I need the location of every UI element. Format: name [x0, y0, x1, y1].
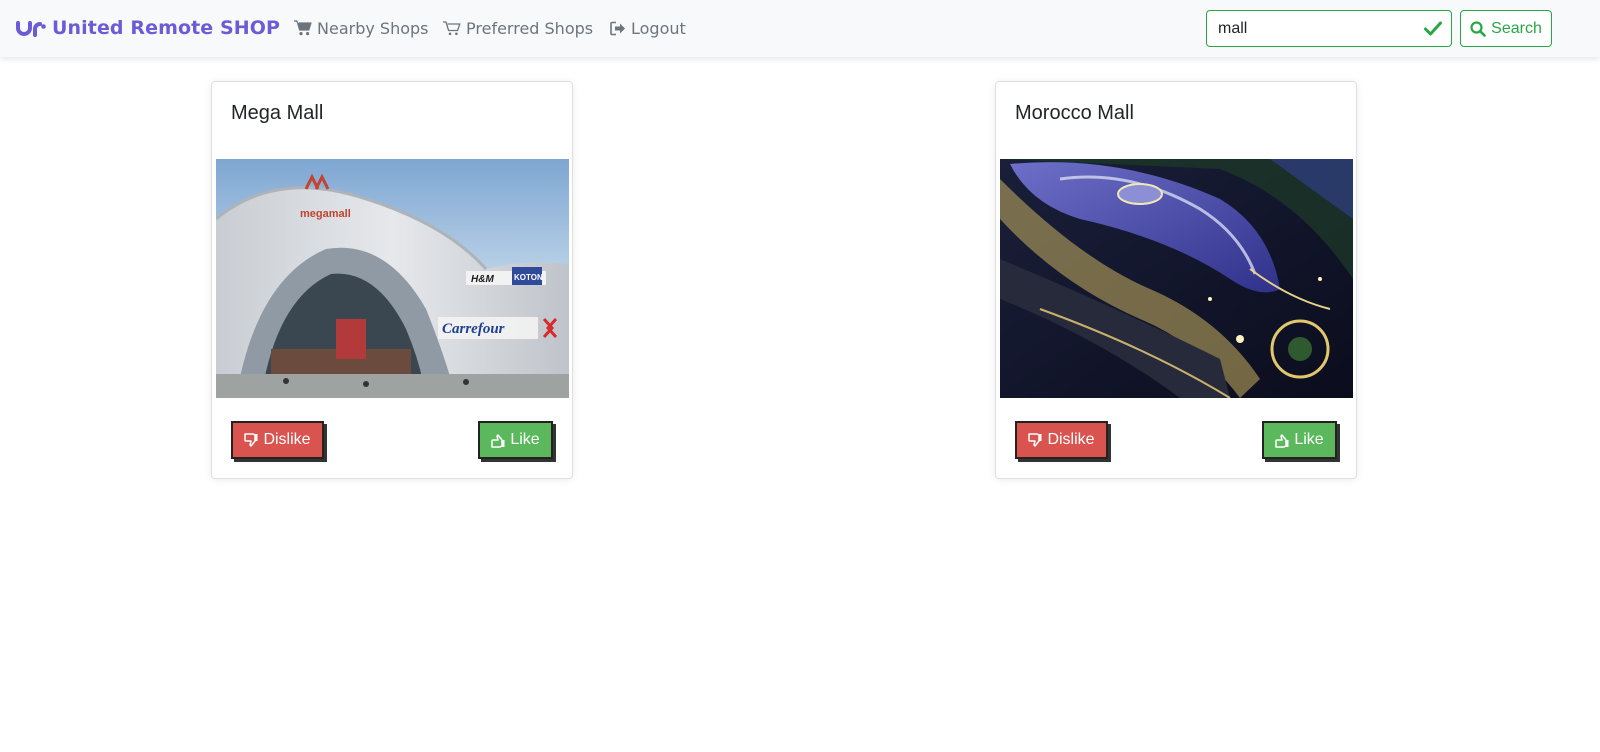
search-field: [1206, 10, 1452, 47]
morocco-mall-aerial-photo: [1000, 159, 1353, 398]
search-button-label: Search: [1491, 19, 1542, 37]
brand-link[interactable]: United Remote SHOP: [16, 14, 280, 42]
thumbs-down-icon: [1028, 432, 1042, 447]
cart-icon: [294, 20, 312, 36]
like-button[interactable]: Like: [1262, 421, 1337, 459]
nav-nearby-shops[interactable]: Nearby Shops: [294, 17, 428, 39]
dislike-button[interactable]: Dislike: [231, 421, 324, 459]
dislike-label: Dislike: [1047, 431, 1095, 448]
nav-logout-label: Logout: [631, 18, 686, 38]
shop-image: [1000, 159, 1353, 398]
dislike-button[interactable]: Dislike: [1015, 421, 1108, 459]
like-button[interactable]: Like: [478, 421, 553, 459]
thumbs-down-icon: [244, 432, 258, 447]
search-input[interactable]: [1207, 11, 1417, 46]
like-label: Like: [1294, 431, 1324, 448]
nav-nearby-shops-label: Nearby Shops: [317, 18, 429, 38]
thumbs-up-icon: [491, 433, 505, 448]
mega-mall-logo-sign: megamall: [300, 208, 351, 220]
search-icon: [1470, 20, 1486, 37]
cart-outline-icon: [443, 21, 461, 36]
shop-card: Mega Mall H&M KOTON Carrefour megamall D…: [211, 81, 573, 479]
top-navbar: United Remote SHOP Nearby Shops Preferre…: [0, 0, 1600, 57]
shop-name: Morocco Mall: [1015, 102, 1134, 124]
nav-logout[interactable]: Logout: [610, 17, 686, 39]
nav-preferred-shops-label: Preferred Shops: [466, 18, 594, 38]
thumbs-up-icon: [1275, 433, 1289, 448]
search-button[interactable]: Search: [1460, 10, 1552, 47]
mega-mall-koton-sign: KOTON: [514, 273, 543, 282]
like-label: Like: [510, 431, 540, 448]
brand-name: United Remote SHOP: [52, 17, 281, 39]
shop-image: H&M KOTON Carrefour megamall: [216, 159, 569, 398]
sign-out-icon: [610, 21, 625, 35]
shop-name: Mega Mall: [231, 102, 324, 124]
shop-card: Morocco Mall Dislike Like: [995, 81, 1357, 479]
brand-logo-icon: [16, 21, 46, 37]
mega-mall-photo: H&M KOTON Carrefour megamall: [216, 159, 569, 398]
nav-preferred-shops[interactable]: Preferred Shops: [443, 17, 593, 39]
mega-mall-carrefour-sign: Carrefour: [442, 321, 505, 337]
dislike-label: Dislike: [263, 431, 311, 448]
check-icon: [1424, 21, 1442, 36]
mega-mall-hm-sign: H&M: [471, 274, 494, 285]
